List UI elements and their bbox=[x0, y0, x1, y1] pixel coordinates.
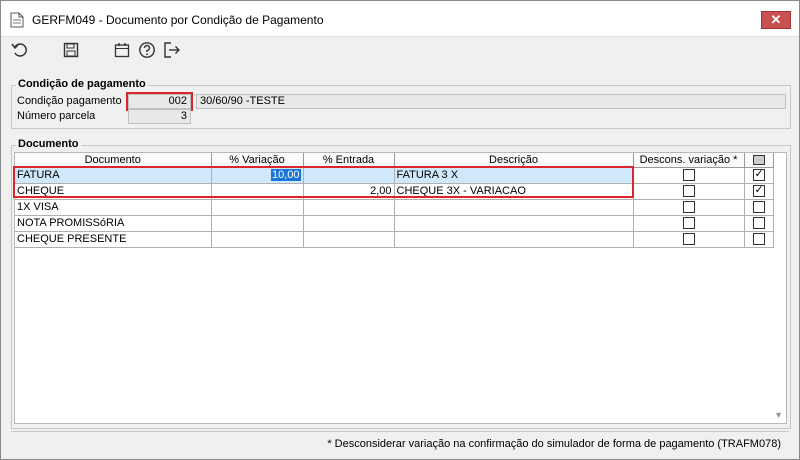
cell-descricao[interactable] bbox=[394, 215, 634, 232]
payment-condition-title: Condição de pagamento bbox=[16, 78, 148, 90]
descons-checkbox[interactable] bbox=[682, 185, 695, 198]
col-header-entrada[interactable]: % Entrada bbox=[303, 153, 395, 168]
help-icon[interactable] bbox=[137, 40, 157, 60]
cell-entrada[interactable] bbox=[303, 215, 395, 232]
cell-documento[interactable]: CHEQUE PRESENTE bbox=[15, 231, 212, 248]
select-all-checkbox[interactable] bbox=[752, 154, 765, 165]
toolbar bbox=[1, 37, 799, 65]
cell-active bbox=[744, 167, 774, 184]
col-header-variacao[interactable]: % Variação bbox=[211, 153, 304, 168]
table-row[interactable]: CHEQUE PRESENTE bbox=[15, 231, 774, 248]
descons-checkbox[interactable] bbox=[682, 169, 695, 182]
active-checkbox[interactable] bbox=[752, 183, 765, 198]
rows-highlight bbox=[13, 166, 634, 198]
condition-label: Condição pagamento bbox=[17, 95, 122, 107]
col-header-descons[interactable]: Descons. variação * bbox=[633, 153, 745, 168]
cell-variacao[interactable] bbox=[211, 215, 304, 232]
scroll-down-icon[interactable]: ▼ bbox=[774, 410, 783, 420]
active-checkbox[interactable] bbox=[752, 233, 765, 246]
col-header-documento[interactable]: Documento bbox=[15, 153, 212, 168]
cell-descricao[interactable] bbox=[394, 199, 634, 216]
descons-checkbox[interactable] bbox=[682, 233, 695, 246]
document-icon bbox=[10, 12, 24, 28]
condition-description-field: 30/60/90 -TESTE bbox=[196, 94, 786, 109]
active-checkbox[interactable] bbox=[752, 201, 765, 214]
cell-descons bbox=[633, 215, 745, 232]
installments-label: Número parcela bbox=[17, 110, 96, 122]
cell-active bbox=[744, 199, 774, 216]
undo-icon[interactable] bbox=[10, 40, 30, 60]
cell-documento[interactable]: NOTA PROMISSóRIA bbox=[15, 215, 212, 232]
cell-active bbox=[744, 183, 774, 200]
descons-checkbox[interactable] bbox=[682, 201, 695, 214]
footer-note: * Desconsiderar variação na confirmação … bbox=[327, 438, 781, 450]
cell-descons bbox=[633, 231, 745, 248]
table-row[interactable]: 1X VISA bbox=[15, 199, 774, 216]
cell-descricao[interactable] bbox=[394, 231, 634, 248]
save-icon[interactable] bbox=[61, 40, 81, 60]
document-title: Documento bbox=[16, 138, 81, 150]
active-checkbox[interactable] bbox=[752, 217, 765, 230]
cell-variacao[interactable] bbox=[211, 199, 304, 216]
exit-icon[interactable] bbox=[162, 40, 182, 60]
installments-field: 3 bbox=[128, 109, 191, 124]
title-bar: GERFM049 - Documento por Condição de Pag… bbox=[1, 1, 799, 37]
col-header-select-all[interactable] bbox=[744, 153, 774, 168]
cell-variacao[interactable] bbox=[211, 231, 304, 248]
cell-entrada[interactable] bbox=[303, 199, 395, 216]
cell-descons bbox=[633, 199, 745, 216]
close-button[interactable]: ✕ bbox=[761, 11, 791, 29]
cell-documento[interactable]: 1X VISA bbox=[15, 199, 212, 216]
cell-active bbox=[744, 215, 774, 232]
col-header-descricao[interactable]: Descrição bbox=[394, 153, 634, 168]
grid-header-row: Documento % Variação % Entrada Descrição… bbox=[15, 153, 774, 168]
app-window: GERFM049 - Documento por Condição de Pag… bbox=[0, 0, 800, 460]
calendar-icon[interactable] bbox=[112, 40, 132, 60]
table-row[interactable]: NOTA PROMISSóRIA bbox=[15, 215, 774, 232]
descons-checkbox[interactable] bbox=[682, 217, 695, 230]
cell-entrada[interactable] bbox=[303, 231, 395, 248]
cell-descons bbox=[633, 183, 745, 200]
window-title: GERFM049 - Documento por Condição de Pag… bbox=[32, 13, 324, 27]
footer-bar: * Desconsiderar variação na confirmação … bbox=[11, 431, 789, 455]
cell-descons bbox=[633, 167, 745, 184]
cell-active bbox=[744, 231, 774, 248]
active-checkbox[interactable] bbox=[752, 167, 765, 182]
